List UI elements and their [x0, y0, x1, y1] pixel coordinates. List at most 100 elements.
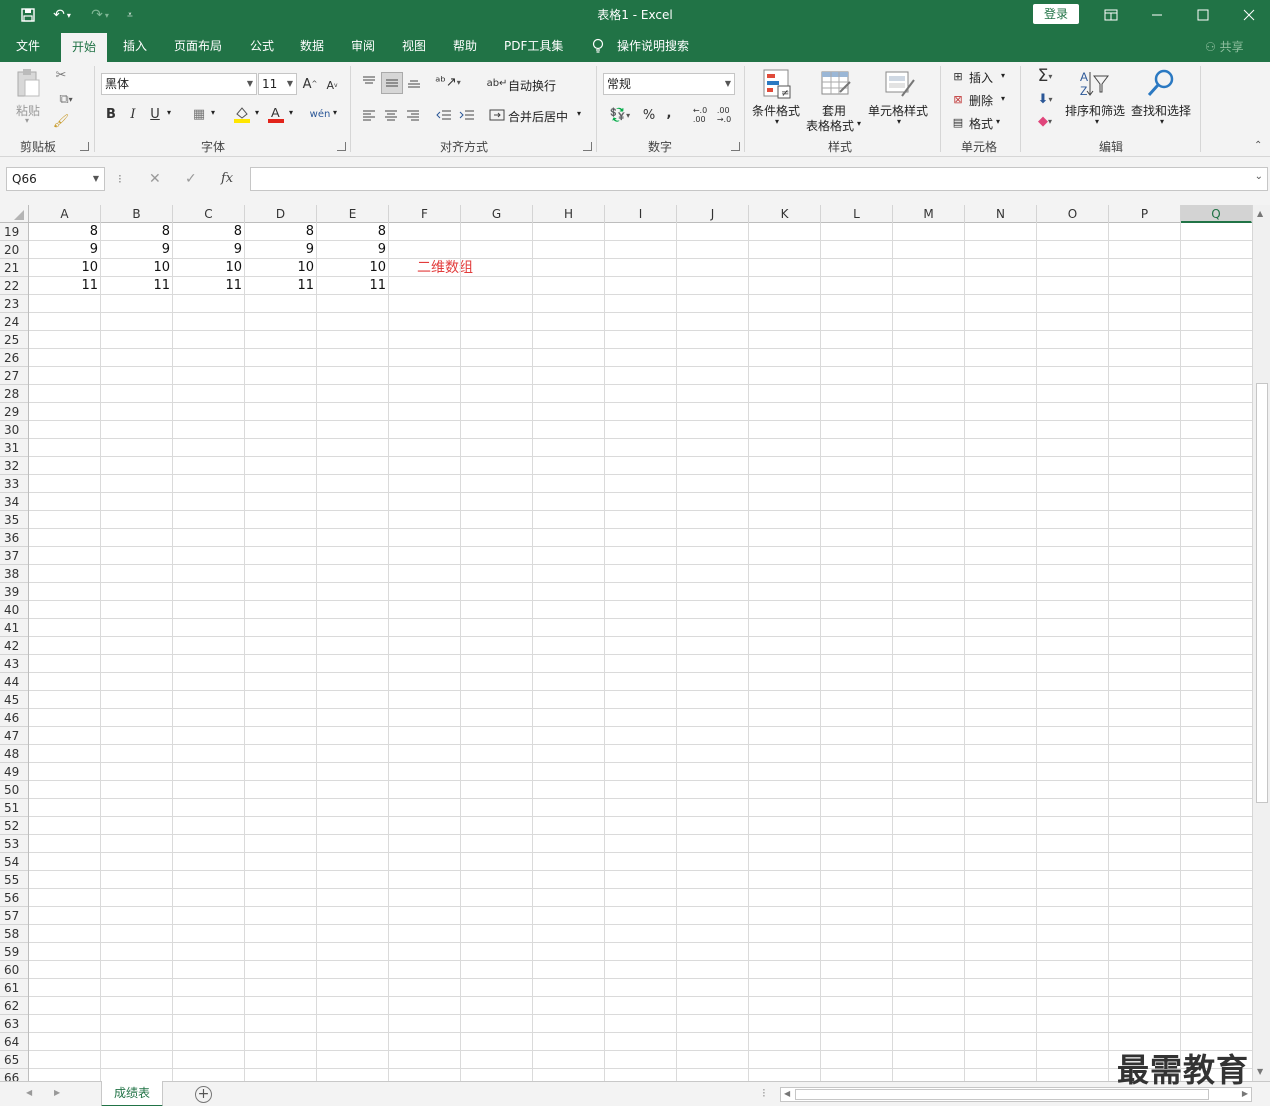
- column-header-q[interactable]: Q: [1181, 205, 1252, 223]
- cut-icon[interactable]: ✂: [52, 66, 70, 84]
- confirm-entry-icon[interactable]: ✓: [185, 171, 197, 187]
- row-header[interactable]: 24: [0, 313, 28, 331]
- font-color-dropdown-arrow[interactable]: ▾: [289, 108, 293, 117]
- column-header-a[interactable]: A: [29, 205, 101, 223]
- column-header-f[interactable]: F: [389, 205, 461, 223]
- column-header-j[interactable]: J: [677, 205, 749, 223]
- row-header[interactable]: 46: [0, 709, 28, 727]
- row-header[interactable]: 44: [0, 673, 28, 691]
- delete-cells-dropdown-arrow[interactable]: ▾: [1001, 94, 1005, 103]
- bold-button[interactable]: B: [104, 105, 118, 123]
- align-top-icon[interactable]: [360, 72, 378, 90]
- formula-input[interactable]: ⌄: [250, 167, 1268, 191]
- font-color-icon[interactable]: A: [266, 104, 286, 124]
- row-header[interactable]: 32: [0, 457, 28, 475]
- align-bottom-icon[interactable]: [405, 74, 423, 92]
- cell-b20[interactable]: 9: [101, 241, 173, 259]
- font-launcher-icon[interactable]: [337, 142, 346, 151]
- align-right-icon[interactable]: [404, 106, 422, 124]
- orientation-icon[interactable]: ᵃᵇ↗ ▾: [434, 72, 462, 92]
- row-header[interactable]: 19: [0, 223, 28, 241]
- format-as-table-dropdown-arrow[interactable]: ▾: [857, 119, 861, 128]
- cell-d21[interactable]: 10: [245, 259, 317, 277]
- accounting-format-icon[interactable]: 💱 ▾: [604, 106, 636, 124]
- format-cells-dropdown-arrow[interactable]: ▾: [996, 117, 1000, 126]
- format-as-table-label-2[interactable]: 表格格式: [806, 117, 854, 134]
- conditional-formatting-icon[interactable]: ≠: [762, 68, 792, 100]
- conditional-formatting-dropdown-arrow[interactable]: ▾: [775, 117, 779, 126]
- row-header[interactable]: 28: [0, 385, 28, 403]
- align-left-icon[interactable]: [360, 106, 378, 124]
- tab-pdf-tools[interactable]: PDF工具集: [504, 30, 563, 62]
- decrease-font-size-icon[interactable]: Av: [324, 77, 340, 93]
- row-header[interactable]: 26: [0, 349, 28, 367]
- row-header[interactable]: 58: [0, 925, 28, 943]
- row-header[interactable]: 55: [0, 871, 28, 889]
- decrease-decimal-icon[interactable]: .00 →.0: [714, 106, 734, 124]
- autosum-icon[interactable]: Σ ▾: [1030, 66, 1060, 86]
- scroll-left-icon[interactable]: ◀: [784, 1089, 790, 1098]
- italic-button[interactable]: I: [126, 105, 140, 123]
- row-header[interactable]: 61: [0, 979, 28, 997]
- row-header[interactable]: 63: [0, 1015, 28, 1033]
- cell-d22[interactable]: 11: [245, 277, 317, 295]
- increase-decimal-icon[interactable]: ←.0.00: [690, 106, 710, 124]
- copy-icon[interactable]: ⧉ ▾: [52, 90, 80, 108]
- sort-filter-icon[interactable]: AZ: [1078, 68, 1110, 100]
- row-header[interactable]: 34: [0, 493, 28, 511]
- borders-icon[interactable]: ▦: [190, 105, 208, 123]
- column-header-e[interactable]: E: [317, 205, 389, 223]
- insert-function-icon[interactable]: fx: [221, 171, 233, 186]
- merge-center-button[interactable]: 合并后居中: [508, 108, 568, 125]
- font-name-select[interactable]: 黑体 ▼: [101, 73, 257, 95]
- row-header[interactable]: 48: [0, 745, 28, 763]
- phonetic-dropdown-arrow[interactable]: ▾: [333, 108, 337, 117]
- find-select-icon[interactable]: [1145, 68, 1177, 100]
- tab-help[interactable]: 帮助: [453, 30, 477, 62]
- cell-a21[interactable]: 10: [29, 259, 101, 277]
- cell-e20[interactable]: 9: [317, 241, 389, 259]
- decrease-indent-icon[interactable]: [434, 106, 454, 124]
- column-header-m[interactable]: M: [893, 205, 965, 223]
- row-header[interactable]: 54: [0, 853, 28, 871]
- cell-d19[interactable]: 8: [245, 223, 317, 241]
- alignment-launcher-icon[interactable]: [583, 142, 592, 151]
- cell-a19[interactable]: 8: [29, 223, 101, 241]
- cell-b22[interactable]: 11: [101, 277, 173, 295]
- previous-sheet-icon[interactable]: ◀: [26, 1088, 32, 1097]
- number-format-select[interactable]: 常规 ▼: [603, 73, 735, 95]
- login-button[interactable]: 登录: [1033, 4, 1079, 24]
- cell-e21[interactable]: 10: [317, 259, 389, 277]
- cell-d20[interactable]: 9: [245, 241, 317, 259]
- format-as-table-icon[interactable]: [820, 68, 852, 100]
- tell-me-search[interactable]: 操作说明搜索: [617, 30, 689, 62]
- cell-a20[interactable]: 9: [29, 241, 101, 259]
- align-middle-icon[interactable]: [381, 72, 403, 94]
- row-header[interactable]: 37: [0, 547, 28, 565]
- row-header[interactable]: 23: [0, 295, 28, 313]
- tab-view[interactable]: 视图: [402, 30, 426, 62]
- row-header[interactable]: 42: [0, 637, 28, 655]
- column-header-k[interactable]: K: [749, 205, 821, 223]
- row-header[interactable]: 30: [0, 421, 28, 439]
- row-header[interactable]: 60: [0, 961, 28, 979]
- column-header-g[interactable]: G: [461, 205, 533, 223]
- row-header[interactable]: 52: [0, 817, 28, 835]
- worksheet-grid[interactable]: 二维数组 8 8 8 8 8 9 9 9 9 9 10 10 10 10 10 11 11 11 11 11: [29, 223, 1252, 1081]
- fill-icon[interactable]: ⬇ ▾: [1030, 90, 1060, 108]
- cell-c22[interactable]: 11: [173, 277, 245, 295]
- row-header[interactable]: 21: [0, 259, 28, 277]
- increase-font-size-icon[interactable]: A ^: [302, 75, 318, 93]
- select-all-corner[interactable]: [0, 205, 29, 223]
- delete-cells-icon[interactable]: ⊠: [949, 91, 967, 107]
- paste-dropdown-arrow[interactable]: ▾: [25, 116, 29, 125]
- wrap-text-button[interactable]: 自动换行: [508, 77, 556, 94]
- cell-styles-icon[interactable]: [884, 68, 916, 100]
- fill-color-icon[interactable]: [232, 104, 252, 124]
- cell-c21[interactable]: 10: [173, 259, 245, 277]
- underline-button[interactable]: U: [148, 105, 162, 123]
- vertical-scroll-thumb[interactable]: [1256, 383, 1268, 803]
- insert-cells-dropdown-arrow[interactable]: ▾: [1001, 71, 1005, 80]
- sort-filter-dropdown-arrow[interactable]: ▾: [1095, 117, 1099, 126]
- find-select-dropdown-arrow[interactable]: ▾: [1160, 117, 1164, 126]
